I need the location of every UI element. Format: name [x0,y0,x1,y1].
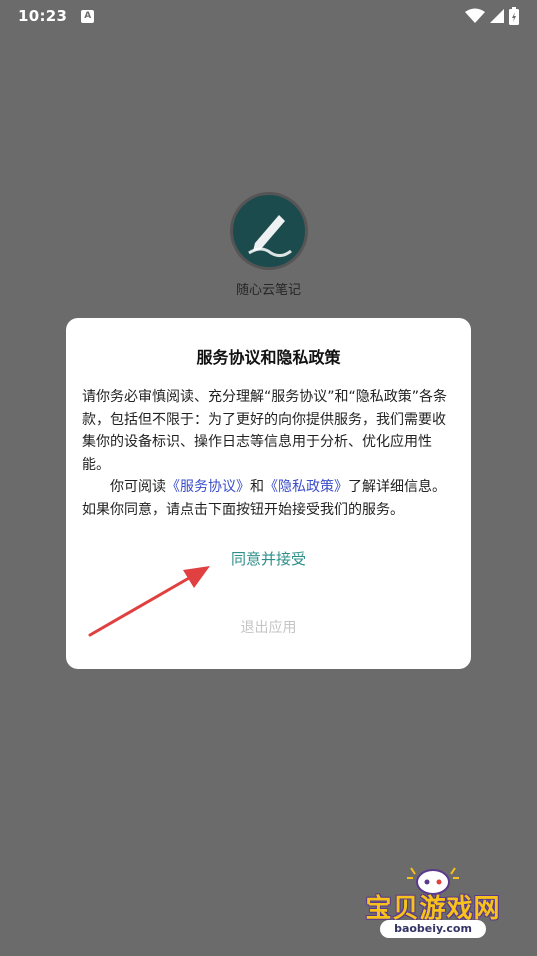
dialog-paragraph-2: 你可阅读《服务协议》和《隐私政策》了解详细信息。如果你同意，请点击下面按钮开始接… [82,476,457,521]
wifi-icon [465,8,485,23]
app-logo [230,192,308,270]
battery-charging-icon [509,7,519,25]
app-name: 随心云笔记 [235,283,301,298]
para2-and: 和 [250,479,264,495]
pen-icon [248,215,292,258]
privacy-policy-link[interactable]: 《隐私政策》 [264,479,348,495]
status-time: 10:23 [18,7,68,25]
dialog-body: 请你务必审慎阅读、充分理解“服务协议”和“隐私政策”各条款，包括但不限于：为了更… [82,386,457,521]
status-icons [465,7,519,25]
para2-prefix: 你可阅读 [110,479,166,495]
exit-app-button[interactable]: 退出应用 [0,617,537,637]
dialog-paragraph-1: 请你务必审慎阅读、充分理解“服务协议”和“隐私政策”各条款，包括但不限于：为了更… [82,389,448,473]
accept-button[interactable]: 同意并接受 [0,548,537,569]
service-agreement-link[interactable]: 《服务协议》 [166,479,250,495]
watermark-url: baobeiy.com [380,920,486,938]
a-icon: A [81,9,95,23]
signal-icon [490,9,504,23]
dialog-title: 服务协议和隐私政策 [196,348,341,367]
watermark: 宝贝游戏网 baobeiy.com [358,862,508,952]
status-bar: 10:23 A [0,0,537,32]
